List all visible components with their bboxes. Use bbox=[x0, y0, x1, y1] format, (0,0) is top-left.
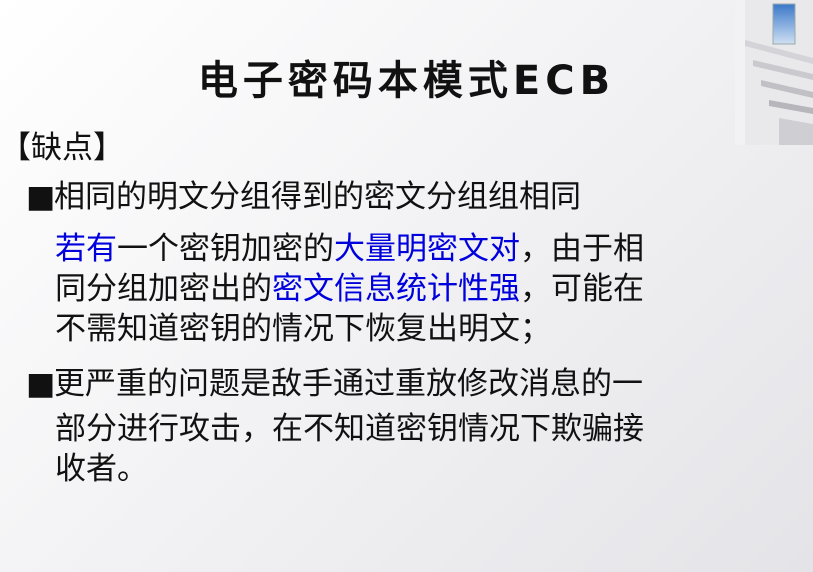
bullet-2-line-2: 部分进行攻击，在不知道密钥情况下欺骗接 bbox=[55, 411, 644, 447]
square-bullet-icon: ■ bbox=[26, 179, 56, 215]
highlight-text: 大量明密文对 bbox=[334, 231, 520, 267]
plain-text: ，由于相 bbox=[520, 231, 644, 267]
highlight-text: 密文信息统计性强 bbox=[272, 271, 520, 307]
paragraph-1-line-2: 同分组加密出的密文信息统计性强，可能在 bbox=[55, 269, 735, 309]
paragraph-1-line-1: 若有一个密钥加密的大量明密文对，由于相 bbox=[55, 229, 735, 269]
paragraph-1: 若有一个密钥加密的大量明密文对，由于相 同分组加密出的密文信息统计性强，可能在 … bbox=[55, 229, 735, 349]
slide-title: 电子密码本模式ECB bbox=[197, 58, 616, 104]
bullet-item-1: ■相同的明文分组得到的密文分组组相同 bbox=[26, 175, 581, 219]
section-label: 【缺点】 bbox=[0, 130, 124, 166]
bullet-2-continuation: 部分进行攻击，在不知道密钥情况下欺骗接 收者。 bbox=[55, 409, 735, 489]
plain-text: ，可能在 bbox=[520, 271, 644, 307]
paragraph-1-line-3: 不需知道密钥的情况下恢复出明文； bbox=[55, 311, 551, 347]
bullet-2-line-3: 收者。 bbox=[55, 451, 148, 487]
bullet-2-line-1: 更严重的问题是敌手通过重放修改消息的一 bbox=[54, 366, 643, 402]
plain-text: 同分组加密出的 bbox=[55, 271, 272, 307]
plain-text: 一个密钥加密的 bbox=[117, 231, 334, 267]
highlight-text: 若有 bbox=[55, 231, 117, 267]
bullet-1-text: 相同的明文分组得到的密文分组组相同 bbox=[54, 179, 581, 215]
bullet-item-2: ■更严重的问题是敌手通过重放修改消息的一 bbox=[26, 362, 643, 406]
square-bullet-icon: ■ bbox=[26, 366, 56, 402]
